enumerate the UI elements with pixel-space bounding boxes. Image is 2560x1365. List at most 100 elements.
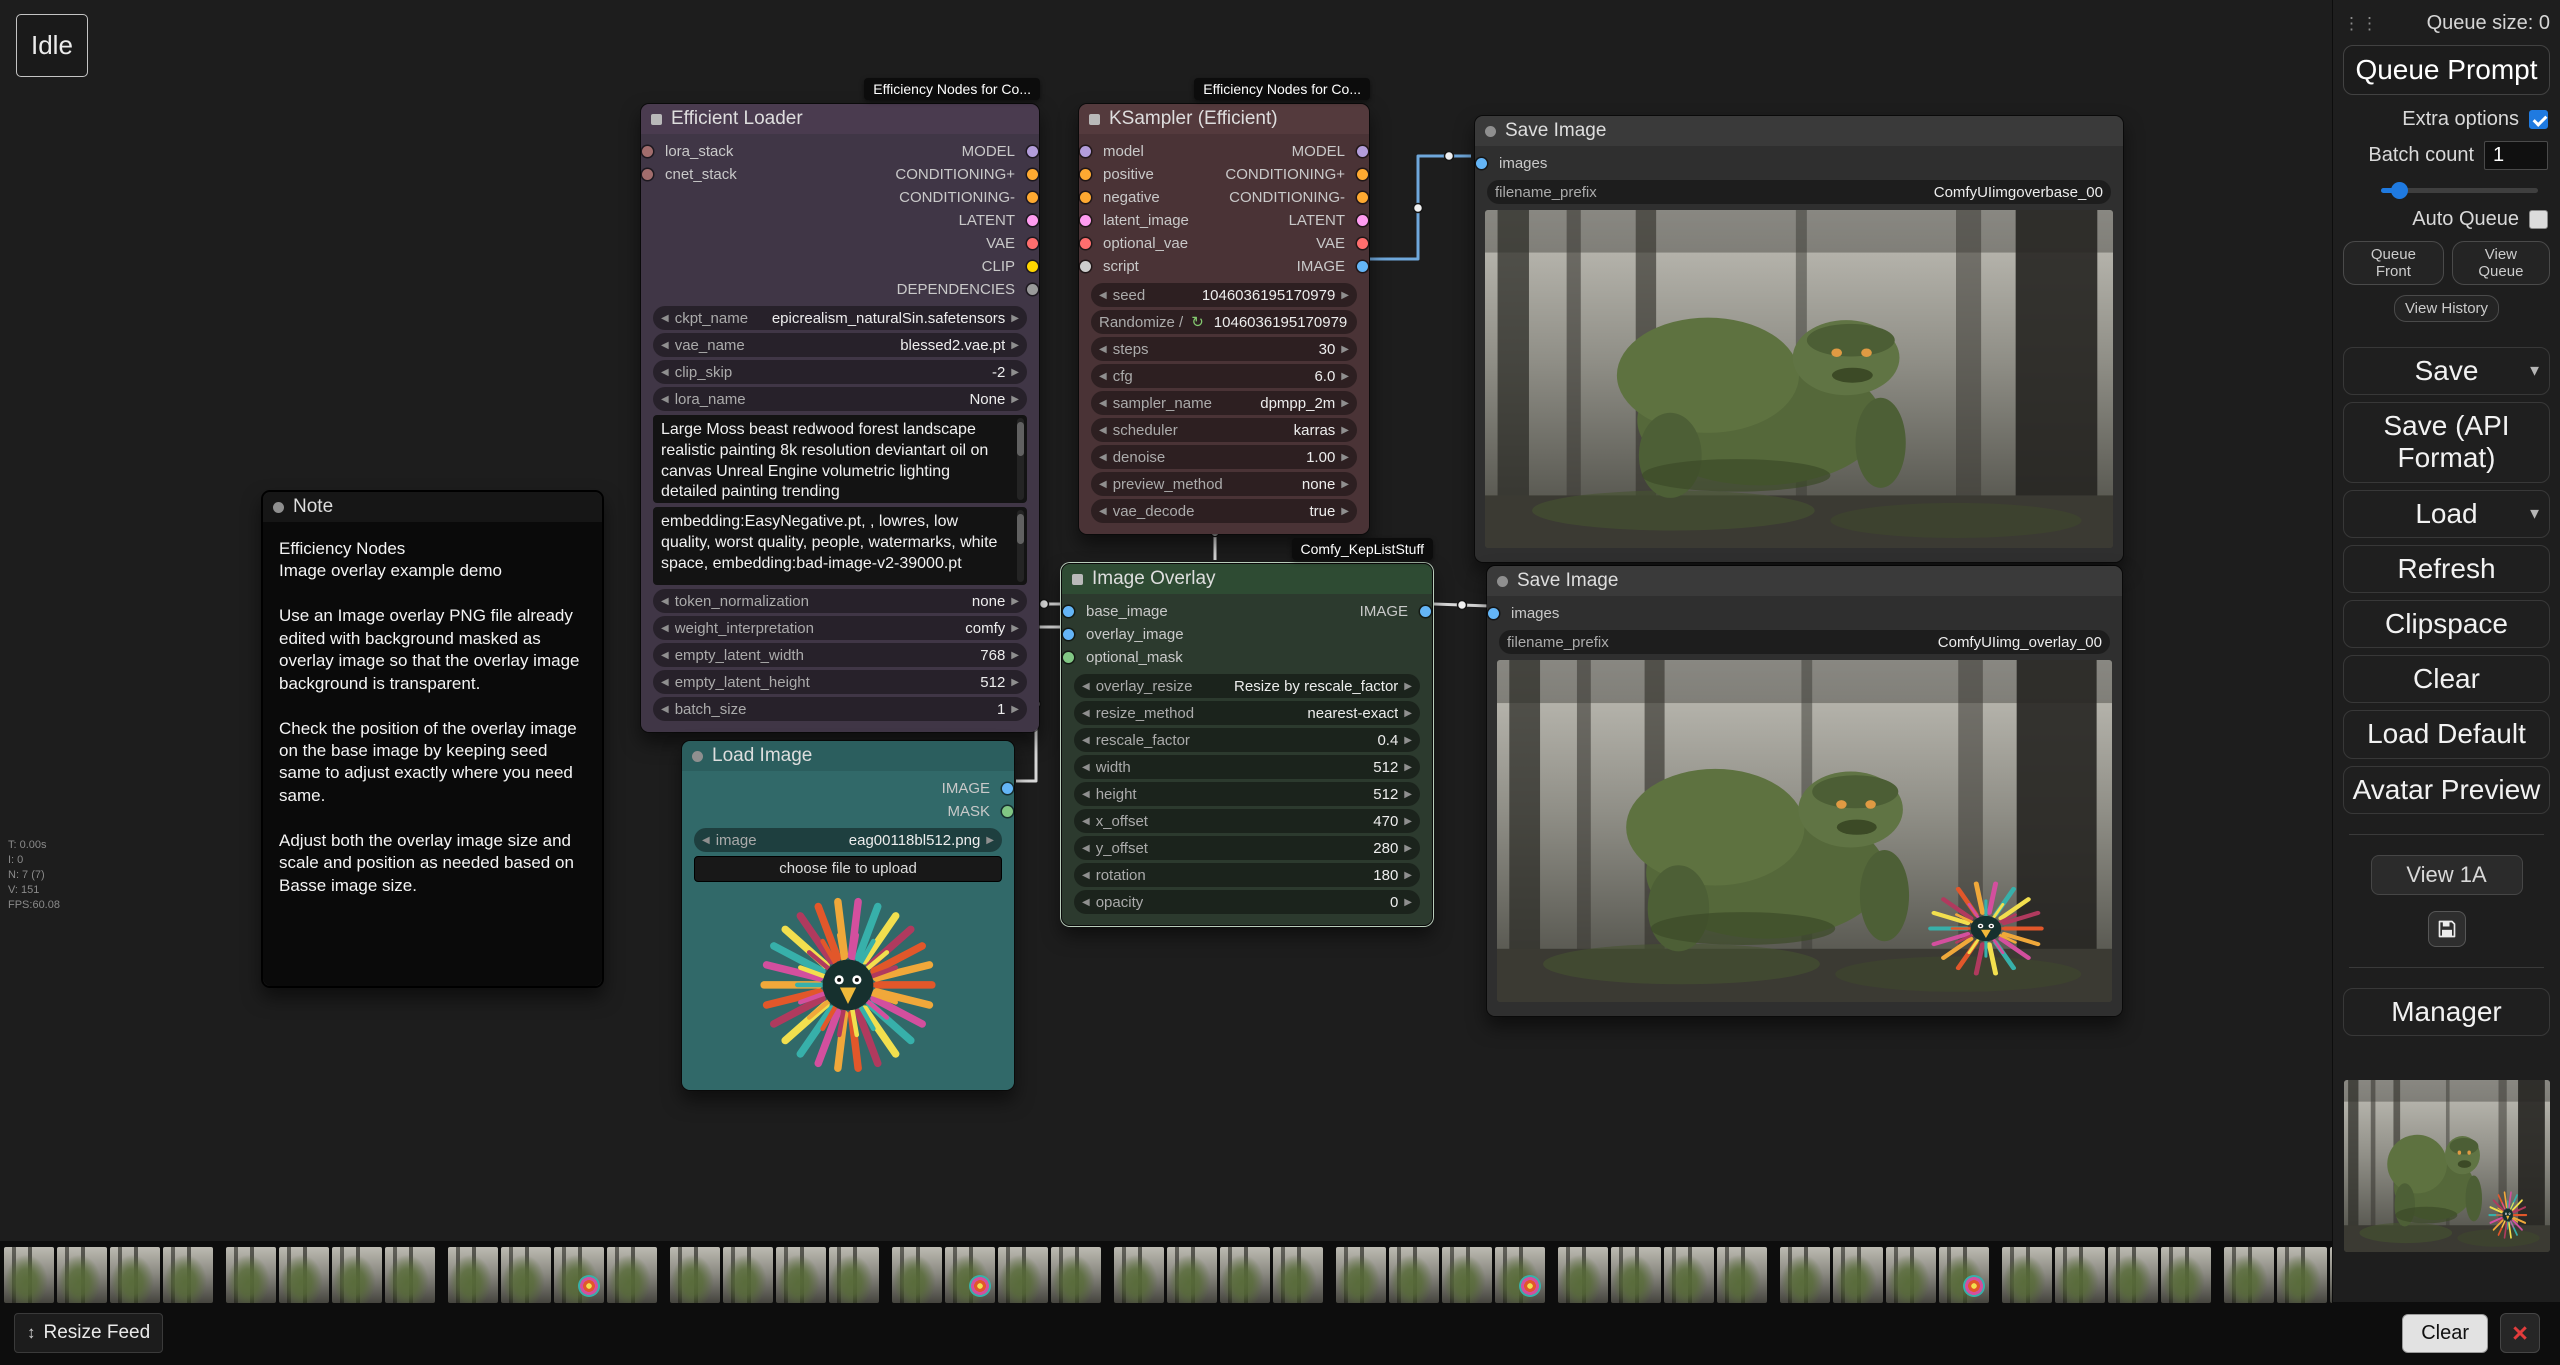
node-collapse-icon[interactable] [273, 502, 284, 513]
avatar-preview-button[interactable]: Avatar Preview [2343, 766, 2550, 814]
output-port-CONDITIONING+[interactable] [1027, 169, 1038, 180]
output-port-MASK[interactable] [1002, 806, 1013, 817]
widget-next-icon[interactable]: ▶ [1341, 506, 1349, 517]
queue-front-button[interactable]: Queue Front [2343, 241, 2444, 285]
feed-thumbnail[interactable] [670, 1247, 720, 1303]
widget-scheduler[interactable]: ◀schedulerkarras▶ [1091, 418, 1357, 442]
node-titlebar[interactable]: Load Image [682, 741, 1014, 771]
node-collapse-icon[interactable] [1497, 576, 1508, 587]
widget-next-icon[interactable]: ▶ [1011, 623, 1019, 634]
input-port-optional_vae[interactable] [1080, 238, 1091, 249]
feed-thumbnail[interactable] [1717, 1247, 1767, 1303]
resize-feed-button[interactable]: ↕ Resize Feed [14, 1313, 163, 1353]
feed-thumbnail[interactable] [945, 1247, 995, 1303]
node-image-overlay[interactable]: Image Overlaybase_imageIMAGEoverlay_imag… [1061, 563, 1433, 926]
input-port-negative[interactable] [1080, 192, 1091, 203]
widget-width[interactable]: ◀width512▶ [1074, 755, 1420, 779]
widget-prev-icon[interactable]: ◀ [661, 650, 669, 661]
upload-button[interactable]: choose file to upload [694, 856, 1002, 882]
input-port-images[interactable] [1488, 608, 1499, 619]
feed-thumbnail[interactable] [2002, 1247, 2052, 1303]
textarea-scrollbar[interactable] [1017, 418, 1024, 500]
load-button[interactable]: Load ▼ [2343, 490, 2550, 538]
widget-weight_interpretation[interactable]: ◀weight_interpretationcomfy▶ [653, 616, 1027, 640]
feed-close-button[interactable]: × [2500, 1313, 2540, 1353]
feed-thumbnail[interactable] [279, 1247, 329, 1303]
widget-prev-icon[interactable]: ◀ [1082, 681, 1090, 692]
feed-thumbnail[interactable] [829, 1247, 879, 1303]
input-port-overlay_image[interactable] [1063, 629, 1074, 640]
feed-thumbnail[interactable] [2161, 1247, 2211, 1303]
widget-next-icon[interactable]: ▶ [1341, 290, 1349, 301]
queue-prompt-button[interactable]: Queue Prompt [2343, 45, 2550, 95]
widget-ckpt_name[interactable]: ◀ckpt_nameepicrealism_naturalSin.safeten… [653, 306, 1027, 330]
feed-thumbnail[interactable] [1611, 1247, 1661, 1303]
textarea-scrollbar[interactable] [1017, 510, 1024, 582]
widget-next-icon[interactable]: ▶ [1341, 479, 1349, 490]
output-port-IMAGE[interactable] [1357, 261, 1368, 272]
node-titlebar[interactable]: KSampler (Efficient) [1079, 104, 1369, 134]
widget-next-icon[interactable]: ▶ [1011, 677, 1019, 688]
negative-prompt[interactable]: embedding:EasyNegative.pt, , lowres, low… [653, 507, 1027, 585]
widget-batch_size[interactable]: ◀batch_size1▶ [653, 697, 1027, 721]
input-port-positive[interactable] [1080, 169, 1091, 180]
feed-thumbnail[interactable] [226, 1247, 276, 1303]
feed-thumbnail[interactable] [1886, 1247, 1936, 1303]
widget-opacity[interactable]: ◀opacity0▶ [1074, 890, 1420, 914]
widget-next-icon[interactable]: ▶ [1404, 897, 1412, 908]
clear-button[interactable]: Clear [2343, 655, 2550, 703]
widget-overlay_resize[interactable]: ◀overlay_resizeResize by rescale_factor▶ [1074, 674, 1420, 698]
widget-x_offset[interactable]: ◀x_offset470▶ [1074, 809, 1420, 833]
widget-next-icon[interactable]: ▶ [1011, 340, 1019, 351]
feed-thumbnail[interactable] [57, 1247, 107, 1303]
refresh-button[interactable]: Refresh [2343, 545, 2550, 593]
feed-thumbnail[interactable] [2224, 1247, 2274, 1303]
widget-prev-icon[interactable]: ◀ [1082, 870, 1090, 881]
feed-thumbnail[interactable] [1389, 1247, 1439, 1303]
widget-next-icon[interactable]: ▶ [1011, 394, 1019, 405]
widget-lora_name[interactable]: ◀lora_nameNone▶ [653, 387, 1027, 411]
widget-y_offset[interactable]: ◀y_offset280▶ [1074, 836, 1420, 860]
feed-thumbnail[interactable] [163, 1247, 213, 1303]
widget-prev-icon[interactable]: ◀ [702, 835, 710, 846]
node-load-image[interactable]: Load ImageIMAGEMASK◀imageeag00118bl512.p… [681, 740, 1015, 1091]
feed-thumbnail[interactable] [1114, 1247, 1164, 1303]
feed-thumbnail[interactable] [385, 1247, 435, 1303]
feed-thumbnail[interactable] [110, 1247, 160, 1303]
node-ksampler[interactable]: KSampler (Efficient)modelMODELpositiveCO… [1078, 103, 1370, 535]
view-history-button[interactable]: View History [2394, 295, 2499, 322]
widget-next-icon[interactable]: ▶ [1404, 681, 1412, 692]
feed-thumbnail[interactable] [554, 1247, 604, 1303]
note-text[interactable]: Efficiency Nodes Image overlay example d… [263, 526, 602, 978]
widget-next-icon[interactable]: ▶ [986, 835, 994, 846]
feed-thumbnail[interactable] [892, 1247, 942, 1303]
widget-prev-icon[interactable]: ◀ [661, 677, 669, 688]
node-save-bottom[interactable]: Save Imageimagesfilename_prefixComfyUIim… [1486, 565, 2123, 1017]
widget-prev-icon[interactable]: ◀ [661, 367, 669, 378]
widget-next-icon[interactable]: ▶ [1404, 708, 1412, 719]
slider-thumb[interactable] [2391, 182, 2408, 199]
feed-thumbnail[interactable] [1833, 1247, 1883, 1303]
feed-thumbnail[interactable] [332, 1247, 382, 1303]
widget-resize_method[interactable]: ◀resize_methodnearest-exact▶ [1074, 701, 1420, 725]
widget-clip_skip[interactable]: ◀clip_skip-2▶ [653, 360, 1027, 384]
widget-next-icon[interactable]: ▶ [1341, 344, 1349, 355]
input-port-script[interactable] [1080, 261, 1091, 272]
node-collapse-icon[interactable] [651, 114, 662, 125]
widget-filename_prefix[interactable]: filename_prefixComfyUIimgoverbase_00 [1487, 180, 2111, 204]
widget-seed[interactable]: ◀seed1046036195170979▶ [1091, 283, 1357, 307]
feed-thumbnail[interactable] [501, 1247, 551, 1303]
widget-prev-icon[interactable]: ◀ [1099, 479, 1107, 490]
widget-prev-icon[interactable]: ◀ [1082, 843, 1090, 854]
save-dropdown-icon[interactable]: ▼ [2527, 362, 2542, 379]
widget-rotation[interactable]: ◀rotation180▶ [1074, 863, 1420, 887]
save-button[interactable]: Save ▼ [2343, 347, 2550, 395]
widget-prev-icon[interactable]: ◀ [1099, 506, 1107, 517]
feed-thumbnail[interactable] [1558, 1247, 1608, 1303]
input-port-optional_mask[interactable] [1063, 652, 1074, 663]
widget-prev-icon[interactable]: ◀ [661, 623, 669, 634]
input-port-cnet_stack[interactable] [642, 169, 653, 180]
node-collapse-icon[interactable] [1485, 126, 1496, 137]
node-titlebar[interactable]: Efficient Loader [641, 104, 1039, 134]
widget-prev-icon[interactable]: ◀ [1099, 452, 1107, 463]
